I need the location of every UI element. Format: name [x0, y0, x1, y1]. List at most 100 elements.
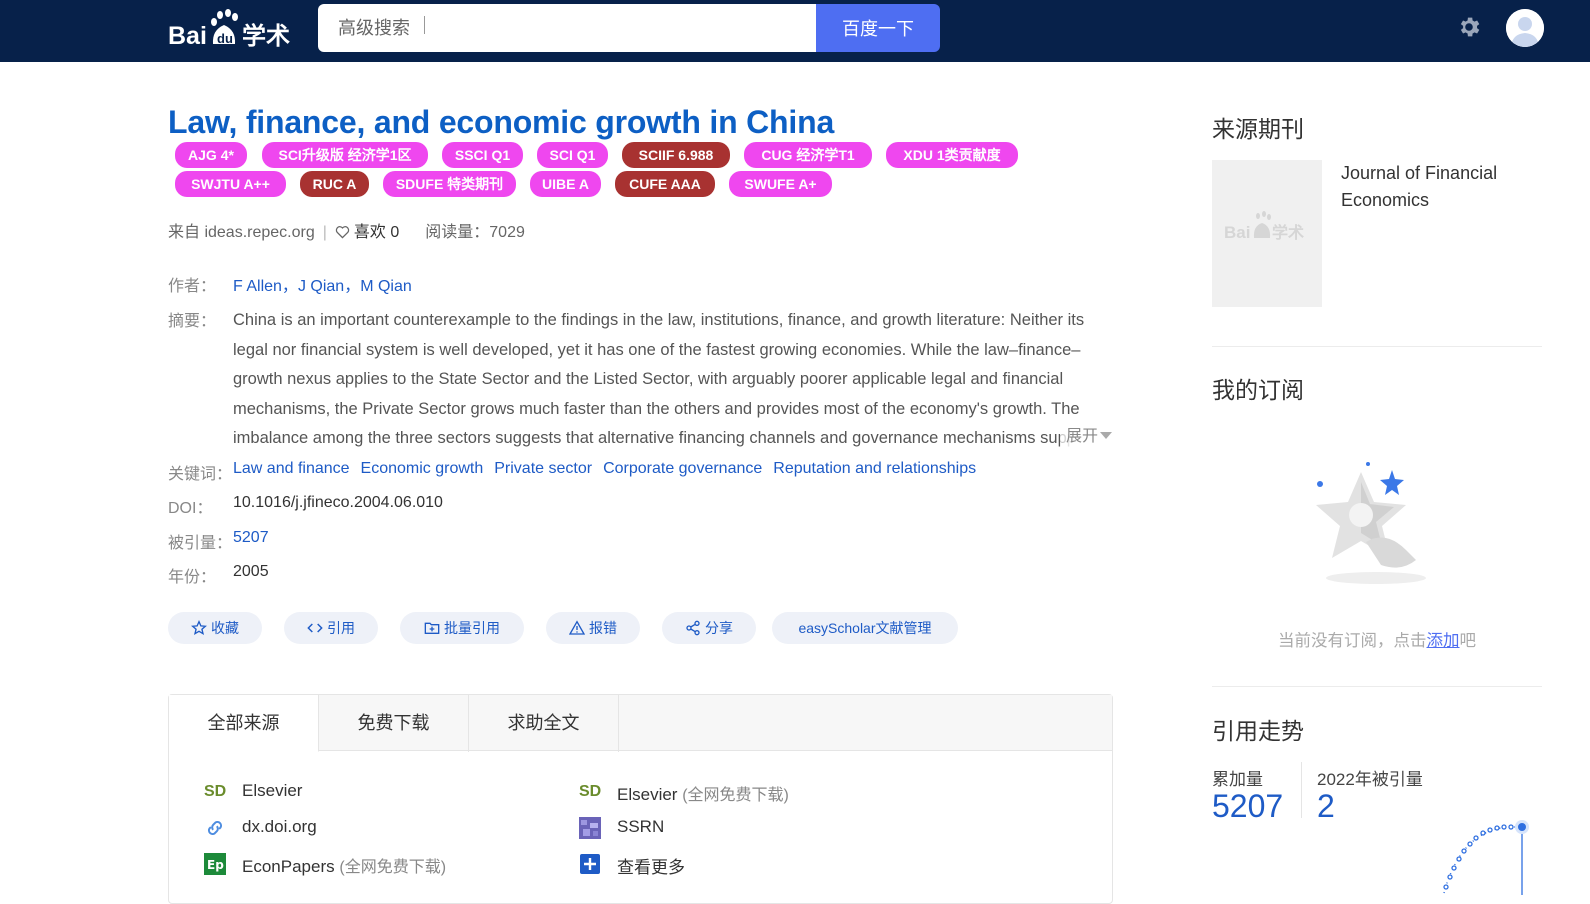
keyword-link[interactable]: Law and finance [233, 460, 350, 478]
baidu-scholar-logo[interactable]: Bai du 学术 [168, 8, 298, 52]
top-navigation-bar: Bai du 学术 百度一下 [0, 0, 1590, 62]
authors-label: 作者： [168, 278, 217, 295]
year-label: 年份： [168, 569, 217, 586]
keyword-link[interactable]: Private sector [494, 460, 592, 478]
collect-button[interactable]: 收藏 [168, 612, 262, 644]
source-link[interactable]: Elsevier (全网免费下载) [617, 781, 789, 805]
ssrn-icon [579, 817, 601, 839]
subscription-suffix: 吧 [1459, 632, 1477, 650]
citation-trend-sparkline [1443, 820, 1529, 895]
empty-subscription-star-illustration [1316, 462, 1426, 584]
add-subscription-link[interactable]: 添加 [1427, 632, 1460, 650]
sciencedirect-icon: SD [204, 783, 227, 800]
free-download-note: (全网免费下载) [682, 787, 789, 804]
report-button[interactable]: 报错 [546, 612, 640, 644]
total-citations-value: 5207 [1212, 788, 1284, 824]
view-more-sources-link[interactable]: 查看更多 [617, 853, 685, 878]
keywords-label: 关键词： [168, 466, 233, 483]
folder-add-icon [424, 622, 440, 634]
abstract-label: 摘要： [168, 313, 217, 330]
source-link[interactable]: dx.doi.org [242, 817, 317, 837]
heart-icon[interactable] [335, 225, 350, 239]
author-link[interactable]: M Qian [360, 278, 412, 295]
total-citations-label: 累加量 [1212, 770, 1263, 789]
journal-name-link[interactable]: Journal of Financial Economics [1341, 160, 1541, 214]
svg-text:Ep: Ep [207, 858, 224, 872]
tab-all-sources[interactable]: 全部来源 [169, 695, 319, 752]
badge-xdu: XDU 1类贡献度 [886, 142, 1018, 168]
sciencedirect-icon: SD [579, 783, 602, 800]
paper-meta: 来自 ideas.repec.org | 喜欢 0 阅读量：7029 [168, 224, 525, 241]
source-site: 来自 ideas.repec.org [168, 224, 315, 241]
source-link[interactable]: SSRN [617, 817, 664, 837]
tab-request-fulltext[interactable]: 求助全文 [469, 695, 619, 752]
read-count: 阅读量：7029 [425, 224, 525, 241]
badge-sdufe: SDUFE 特类期刊 [383, 171, 516, 197]
source-journal-heading: 来源期刊 [1212, 116, 1304, 142]
warning-icon [568, 620, 586, 635]
author-separator: ， [344, 278, 361, 295]
source-tabs: 全部来源 免费下载 求助全文 [169, 695, 1112, 752]
svg-text:学术: 学术 [1272, 223, 1304, 242]
source-name: SSRN [617, 817, 665, 836]
keyword-link[interactable]: Corporate governance [603, 460, 762, 478]
author-separator: ， [281, 278, 298, 295]
tab-free-download[interactable]: 免费下载 [319, 695, 469, 752]
star-outline-icon [191, 620, 207, 636]
author-link[interactable]: J Qian [298, 278, 344, 295]
cited-count-link[interactable]: 5207 [233, 529, 269, 547]
caret-down-icon [1100, 432, 1113, 439]
doi-value: 10.1016/j.jfineco.2004.06.010 [233, 494, 443, 511]
link-icon [208, 821, 222, 835]
authors-list: F Allen，J Qian，M Qian [233, 272, 412, 296]
collect-label: 收藏 [211, 620, 239, 636]
expand-abstract-button[interactable]: 展开 [1060, 422, 1118, 452]
subscription-empty-text: 当前没有订阅，点击添加吧 [1212, 627, 1542, 651]
badge-sciif: SCIIF 6.988 [622, 142, 730, 168]
source-link[interactable]: Elsevier [242, 781, 302, 801]
search-input[interactable] [318, 4, 816, 52]
badge-cug: CUG 经济学T1 [744, 142, 872, 168]
source-link[interactable]: EconPapers (全网免费下载) [242, 853, 446, 877]
keyword-link[interactable]: Economic growth [361, 460, 484, 478]
badge-sci-upgrade: SCI升级版 经济学1区 [262, 142, 428, 168]
svg-text:学术: 学术 [242, 22, 290, 50]
svg-text:Bai: Bai [168, 22, 207, 50]
share-label: 分享 [705, 620, 733, 636]
share-icon [686, 620, 700, 636]
plus-icon [580, 854, 600, 874]
svg-text:Bai: Bai [1224, 223, 1250, 242]
easyscholar-button[interactable]: easyScholar文献管理 [772, 612, 958, 644]
sidebar-divider [1212, 686, 1542, 687]
like-count[interactable]: 喜欢 0 [354, 224, 399, 241]
gear-icon[interactable] [1456, 14, 1482, 40]
keywords-list: Law and finance Economic growth Private se… [233, 460, 987, 478]
paper-title[interactable]: Law, finance, and economic growth in Chi… [168, 104, 834, 141]
badge-cufe: CUFE AAA [615, 171, 715, 197]
share-button[interactable]: 分享 [662, 612, 756, 644]
author-link[interactable]: F Allen [233, 278, 282, 295]
subscription-prompt: 当前没有订阅，点击 [1278, 632, 1427, 650]
cited-label: 被引量： [168, 535, 233, 552]
text-cursor [424, 16, 425, 34]
badge-ruc: RUC A [300, 171, 369, 197]
keyword-link[interactable]: Reputation and relationships [773, 460, 976, 478]
search-box [318, 4, 816, 52]
econpapers-icon: Ep [204, 853, 226, 875]
badge-uibe: UIBE A [530, 171, 601, 197]
year-value: 2005 [233, 563, 269, 580]
svg-text:du: du [217, 31, 233, 46]
journal-cover[interactable]: Bai 学术 [1212, 160, 1322, 307]
badge-ajg: AJG 4* [175, 142, 247, 168]
source-name: Elsevier [242, 781, 303, 800]
batch-cite-button[interactable]: 批量引用 [400, 612, 524, 644]
my-subscription-heading: 我的订阅 [1212, 377, 1304, 403]
report-label: 报错 [589, 620, 617, 636]
year-citations-label: 2022年被引量 [1317, 770, 1423, 789]
doi-label: DOI： [168, 500, 213, 517]
search-button[interactable]: 百度一下 [816, 4, 940, 52]
cite-button[interactable]: 引用 [284, 612, 378, 644]
source-name: EconPapers [242, 857, 335, 876]
user-avatar[interactable] [1506, 9, 1544, 47]
view-more-label: 查看更多 [617, 858, 685, 877]
